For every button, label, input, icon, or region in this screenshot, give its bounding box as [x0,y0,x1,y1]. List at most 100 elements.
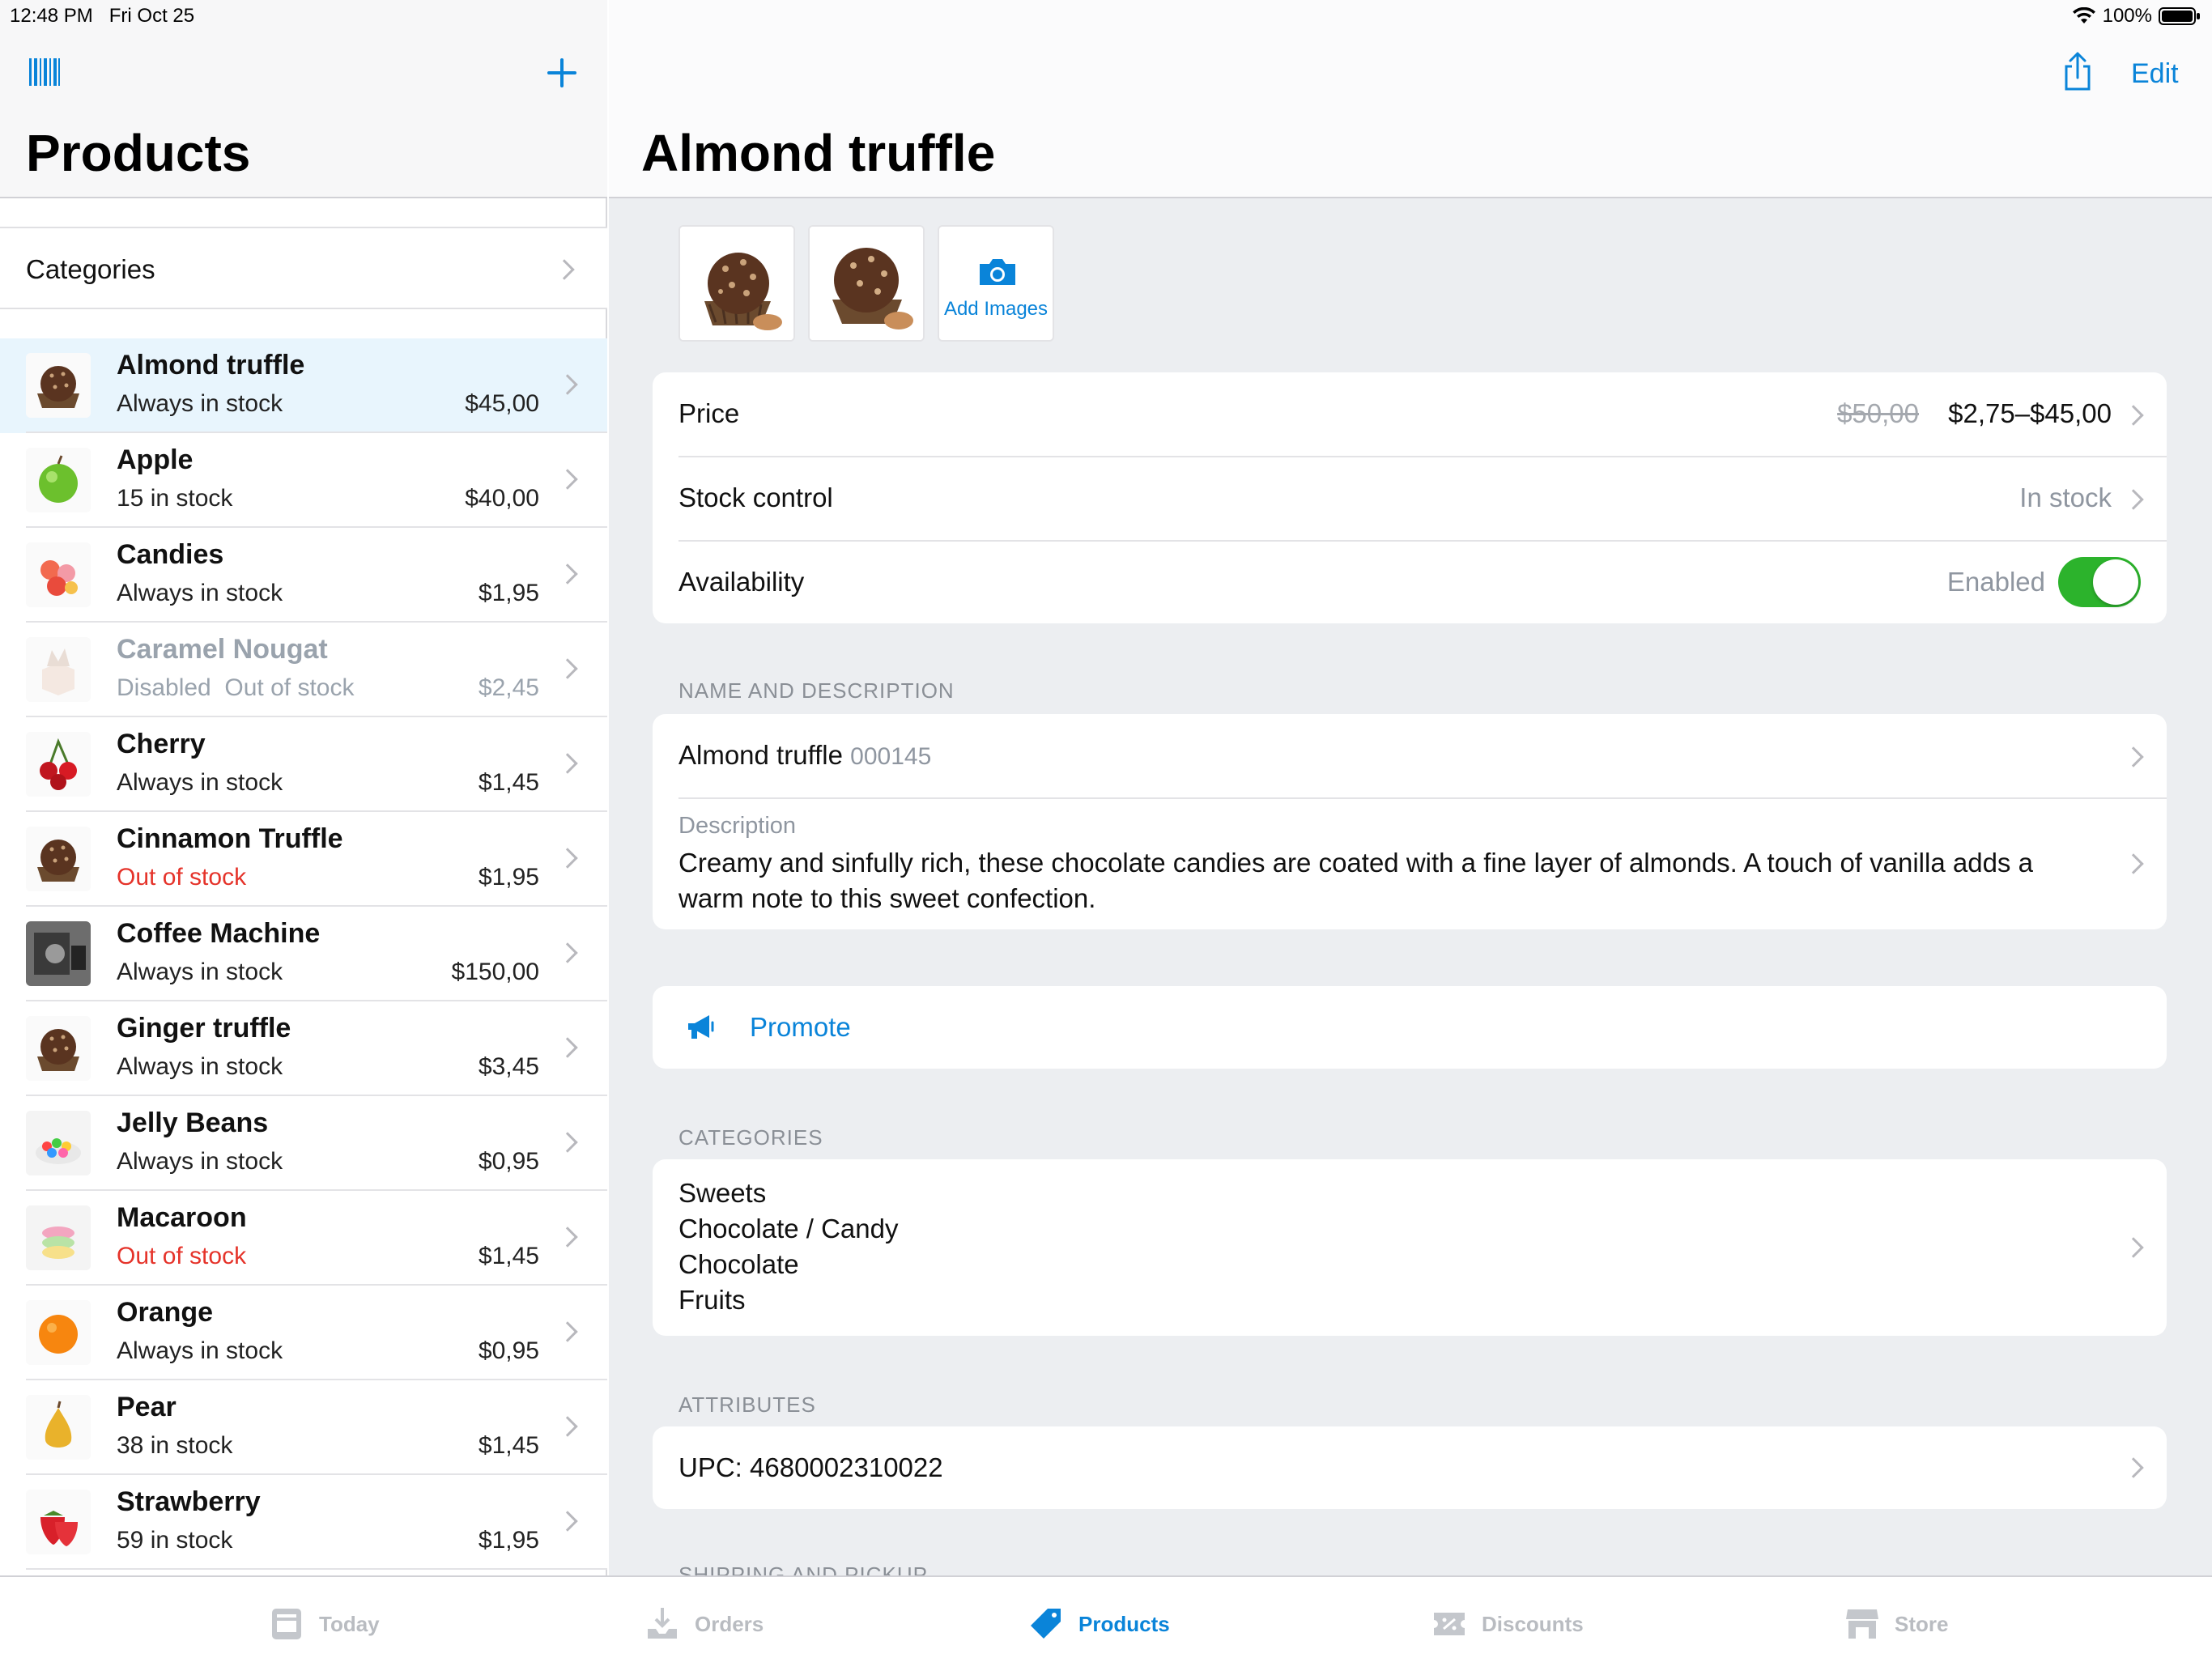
price-row[interactable]: Price $50,00 $2,75–$45,00 [653,372,2167,457]
name-description-card: Almond truffle 000145 Description Creamy… [653,714,2167,929]
product-detail-pane: Edit Almond truffle Add Images Price $50… [609,0,2212,1575]
barcode-scan-button[interactable] [28,55,62,89]
product-image-1[interactable] [678,225,795,342]
price-label: Price [678,398,740,428]
product-thumbnail [26,921,91,986]
chevron-right-icon [557,1037,578,1058]
product-row[interactable]: Orange Always in stock $0,95 [0,1286,607,1380]
product-row[interactable]: Candies Always in stock $1,95 [0,528,607,623]
product-price: $1,45 [478,1243,539,1269]
tab-orders[interactable]: Orders [644,1606,764,1642]
chevron-right-icon [557,942,578,963]
chevron-right-icon [557,658,578,679]
chevron-right-icon [557,1321,578,1342]
edit-button[interactable]: Edit [2131,58,2179,90]
chevron-right-icon [557,753,578,774]
product-row[interactable]: Apple 15 in stock $40,00 [0,433,607,528]
product-name: Strawberry [117,1486,261,1517]
tab-products[interactable]: Products [1028,1606,1170,1642]
product-row[interactable]: Coffee Machine Always in stock $150,00 [0,907,607,1001]
chevron-right-icon [557,848,578,869]
tab-bar: Today Orders Products Discounts Store [0,1575,2212,1658]
categories-label: Categories [26,254,155,284]
chevron-right-icon [557,1132,578,1153]
product-price: $0,95 [478,1337,539,1364]
product-stock: Out of stock [117,1243,247,1269]
product-list: Almond truffle Always in stock $45,00 Apple… [0,338,607,1570]
stock-control-row[interactable]: Stock control In stock [653,457,2167,541]
add-images-button[interactable]: Add Images [938,225,1054,342]
product-status: Disabled [117,674,211,701]
status-time: 12:48 PM Fri Oct 25 [10,5,195,27]
chevron-right-icon [557,1416,578,1437]
product-stock-line: Always in stock [117,769,283,797]
promote-button[interactable]: Promote [653,986,2167,1069]
chevron-right-icon [2123,853,2144,874]
product-row[interactable]: Caramel Nougat Disabled Out of stock $2,45 [0,623,607,717]
product-thumbnail [26,1016,91,1081]
product-name-row[interactable]: Almond truffle 000145 [653,714,2167,798]
discounts-icon [1434,1613,1465,1635]
product-price: $1,95 [478,1527,539,1554]
product-name: Jelly Beans [117,1107,269,1138]
product-price: $45,00 [465,390,539,417]
stock-control-value: In stock [2019,483,2112,512]
product-stock-line: Always in stock [117,390,283,418]
product-stock-line: Always in stock [117,1148,283,1175]
upc-row[interactable]: UPC: 4680002310022 [653,1426,2167,1509]
tab-discounts[interactable]: Discounts [1431,1606,1584,1642]
old-price: $50,00 [1837,398,1919,428]
product-price: $2,45 [478,674,539,701]
product-thumbnail [26,1395,91,1460]
category-item: Chocolate [678,1249,799,1279]
product-row[interactable]: Macaroon Out of stock $1,45 [0,1191,607,1286]
product-stock-line: Always in stock [117,580,283,607]
categories-card[interactable]: Sweets Chocolate / Candy Chocolate Fruits [653,1159,2167,1336]
product-row[interactable]: Ginger truffle Always in stock $3,45 [0,1001,607,1096]
availability-row: Availability Enabled [653,541,2167,623]
megaphone-icon [688,1015,714,1039]
wifi-icon [2072,7,2095,23]
product-name: Macaroon [117,1202,247,1233]
product-stock-line: 59 in stock [117,1527,232,1554]
promote-label: Promote [750,1012,851,1042]
product-stock-line: Out of stock [117,1243,246,1270]
categories-row[interactable]: Categories [0,227,607,309]
product-thumbnail [26,732,91,797]
product-row[interactable]: Cinnamon Truffle Out of stock $1,95 [0,812,607,907]
page-title: Products [26,124,251,182]
product-stock: Always in stock [117,959,283,985]
product-image-2[interactable] [808,225,925,342]
price-card: Price $50,00 $2,75–$45,00 Stock control … [653,372,2167,623]
product-row[interactable]: Pear 38 in stock $1,45 [0,1380,607,1475]
add-product-button[interactable] [544,55,580,91]
product-name: Cinnamon Truffle [117,823,343,854]
chevron-right-icon [557,374,578,395]
share-button[interactable] [2061,50,2094,92]
chevron-right-icon [2123,489,2144,510]
chevron-right-icon [2123,1237,2144,1258]
chevron-right-icon [2123,746,2144,767]
section-header-attributes: ATTRIBUTES [678,1392,816,1417]
share-icon [2065,52,2091,91]
description-row[interactable]: Description Creamy and sinfully rich, th… [653,798,2167,929]
description-label: Description [678,813,797,839]
product-stock-line: Always in stock [117,1053,283,1081]
product-name: Cherry [117,729,206,759]
product-stock: 59 in stock [117,1527,233,1554]
upc-value: UPC: 4680002310022 [678,1452,943,1482]
tab-today[interactable]: Today [269,1606,380,1642]
product-stock-line: Always in stock [117,959,283,986]
product-price: $1,45 [478,1432,539,1459]
product-price: $3,45 [478,1053,539,1080]
availability-toggle[interactable] [2058,557,2141,607]
product-row[interactable]: Jelly Beans Always in stock $0,95 [0,1096,607,1191]
product-row[interactable]: Cherry Always in stock $1,45 [0,717,607,812]
product-row[interactable]: Almond truffle Always in stock $45,00 [0,338,607,433]
product-row[interactable]: Strawberry 59 in stock $1,95 [0,1475,607,1570]
product-thumbnail [26,542,91,607]
tab-store[interactable]: Store [1844,1606,1948,1642]
product-name: Ginger truffle [117,1013,291,1044]
product-stock: Out of stock [117,864,247,891]
product-price: $40,00 [465,485,539,512]
